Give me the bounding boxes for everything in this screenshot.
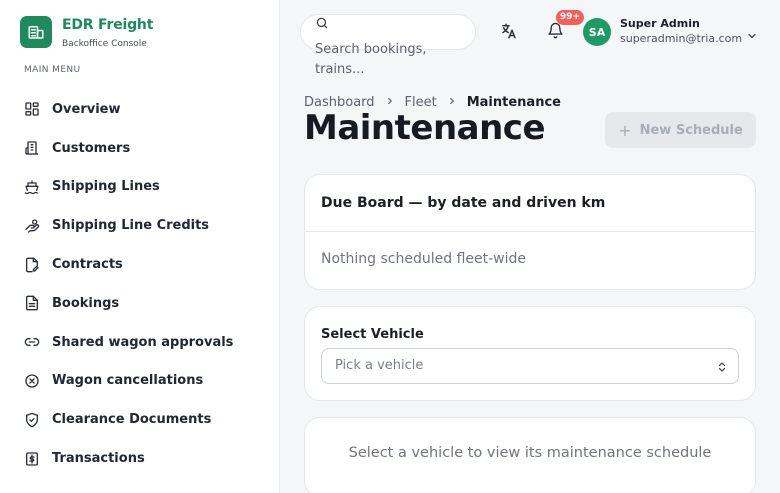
- sidebar-item-overview[interactable]: Overview: [24, 90, 233, 129]
- brand[interactable]: EDR Freight Backoffice Console: [20, 16, 153, 50]
- vehicle-select-card: Select Vehicle Pick a vehicle: [304, 306, 756, 401]
- sidebar-item-label: Contracts: [52, 257, 123, 273]
- sidebar-item-shipping-lines[interactable]: Shipping Lines: [24, 168, 233, 207]
- sidebar-item-label: Transactions: [52, 451, 145, 467]
- menu-heading: MAIN MENU: [24, 65, 81, 75]
- sidebar-item-contracts[interactable]: Contracts: [24, 245, 233, 284]
- grid-icon: [24, 101, 40, 117]
- new-schedule-button[interactable]: + New Schedule: [605, 112, 756, 148]
- sidebar-item-label: Clearance Documents: [52, 412, 212, 428]
- sidebar-item-customers[interactable]: Customers: [24, 129, 233, 168]
- file-signature-icon: [24, 257, 40, 273]
- schedule-card: Select a vehicle to view its maintenance…: [304, 417, 756, 493]
- sidebar-item-label: Shipping Lines: [52, 179, 160, 195]
- user-name[interactable]: Super Admin: [620, 17, 700, 30]
- plus-icon: +: [618, 120, 632, 140]
- notification-badge: 99+: [556, 10, 585, 25]
- avatar[interactable]: SA: [583, 18, 611, 46]
- sidebar-item-label: Wagon cancellations: [52, 373, 204, 389]
- brand-name: EDR Freight: [62, 17, 154, 33]
- ship-icon: [24, 179, 40, 195]
- vehicle-select[interactable]: Pick a vehicle: [321, 348, 739, 384]
- vehicle-select-placeholder: Pick a vehicle: [335, 358, 424, 373]
- buildings-icon: [24, 140, 40, 156]
- sidebar-item-label: Customers: [52, 140, 131, 156]
- dollar-receipt-icon: [24, 451, 40, 467]
- sidebar-item-shipping-line-credits[interactable]: Shipping Line Credits: [24, 206, 233, 245]
- new-schedule-label: New Schedule: [639, 122, 743, 138]
- shield-check-icon: [24, 412, 40, 428]
- chevron-up-down-icon: [716, 359, 728, 378]
- chevron-down-icon[interactable]: [746, 27, 758, 46]
- search-placeholder: Search bookings, trains...: [315, 42, 427, 77]
- brand-subtitle: Backoffice Console: [62, 39, 147, 49]
- due-board-card: Due Board — by date and driven km Nothin…: [304, 174, 756, 290]
- user-email: superadmin@tria.com: [620, 32, 743, 45]
- building-icon: [20, 16, 52, 48]
- main-menu: Overview Customers Shipping Lines Shippi…: [24, 90, 233, 478]
- x-circle-icon: [24, 373, 40, 389]
- sidebar-item-label: Bookings: [52, 295, 120, 311]
- sidebar-item-transactions[interactable]: Transactions: [24, 439, 233, 478]
- sidebar-item-shared-wagon-approvals[interactable]: Shared wagon approvals: [24, 323, 233, 362]
- sidebar-item-clearance-documents[interactable]: Clearance Documents: [24, 400, 233, 439]
- hand-coins-icon: [24, 218, 40, 234]
- sidebar-item-label: Shared wagon approvals: [52, 334, 234, 350]
- link-icon: [24, 334, 40, 350]
- due-board-title: Due Board — by date and driven km: [321, 195, 606, 211]
- schedule-empty-state: Select a vehicle to view its maintenance…: [348, 445, 712, 461]
- translate-icon: [500, 22, 518, 44]
- page-title: Maintenance: [304, 108, 546, 148]
- document-icon: [24, 295, 40, 311]
- translate-button[interactable]: [498, 22, 520, 44]
- sidebar-item-wagon-cancellations[interactable]: Wagon cancellations: [24, 362, 233, 401]
- sidebar: EDR Freight Backoffice Console MAIN MENU…: [0, 0, 280, 493]
- sidebar-item-label: Overview: [52, 101, 121, 117]
- search-input[interactable]: Search bookings, trains...: [300, 14, 476, 77]
- sidebar-item-bookings[interactable]: Bookings: [24, 284, 233, 323]
- top-bar: Search bookings, trains... 99+ SA Super …: [280, 0, 780, 77]
- due-board-empty-state: Nothing scheduled fleet-wide: [321, 251, 527, 267]
- vehicle-select-label: Select Vehicle: [321, 327, 424, 342]
- sidebar-item-label: Shipping Line Credits: [52, 218, 210, 234]
- search-icon: [315, 15, 329, 34]
- divider: [305, 231, 755, 232]
